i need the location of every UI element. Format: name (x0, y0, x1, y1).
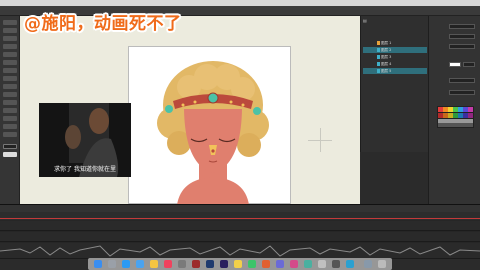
trash-icon[interactable] (378, 260, 386, 268)
transform-crosshair-vertical (320, 128, 321, 152)
premiere-icon[interactable] (220, 260, 228, 268)
photos-icon[interactable] (150, 260, 158, 268)
property-field[interactable] (449, 24, 475, 29)
property-field[interactable] (449, 90, 475, 95)
layer-name: 图层 3 (381, 55, 392, 59)
video-subtitle: 求你了 我知道你就在里 (54, 166, 116, 173)
layer-row[interactable]: 图层 5 (363, 68, 427, 74)
stroke-color-swatch[interactable] (3, 144, 17, 149)
app-icon[interactable] (346, 260, 354, 268)
layer-color-swatch (377, 69, 380, 73)
app-icon[interactable] (318, 260, 326, 268)
line-tool-icon[interactable] (3, 68, 17, 73)
overlay-headline: @施阳，动画死不了 (24, 14, 182, 34)
timeline-track[interactable] (0, 232, 480, 242)
app-icon[interactable] (290, 260, 298, 268)
animate-icon[interactable] (192, 260, 200, 268)
character-illustration (157, 61, 269, 205)
zoom-tool-icon[interactable] (3, 132, 17, 137)
layer-name: 图层 1 (381, 41, 392, 45)
layer-color-swatch (377, 55, 380, 59)
layer-color-swatch (377, 62, 380, 66)
messages-icon[interactable] (248, 260, 256, 268)
mail-icon[interactable] (136, 260, 144, 268)
property-field[interactable] (449, 78, 475, 83)
timeline-panel (0, 204, 480, 259)
layer-row[interactable]: 图层 2 (363, 47, 427, 53)
app-screen: 求你了 我知道你就在里 @施阳，动画死不了 ▤ 图层 1 图层 2 图层 3 图… (0, 0, 480, 270)
color-field[interactable] (463, 62, 475, 67)
layer-row[interactable]: 图层 3 (363, 54, 427, 60)
swatches-palette[interactable] (437, 106, 474, 128)
lasso-tool-icon[interactable] (3, 44, 17, 49)
eraser-tool-icon[interactable] (3, 116, 17, 121)
oval-tool-icon[interactable] (3, 84, 17, 89)
app-icon[interactable] (332, 260, 340, 268)
eyedropper-tool-icon[interactable] (3, 108, 17, 113)
timeline-tabs (0, 205, 480, 212)
selection-tool-icon[interactable] (3, 20, 17, 25)
video-overlay: 求你了 我知道你就在里 (39, 103, 131, 177)
app-icon[interactable] (262, 260, 270, 268)
canvas-document[interactable] (128, 46, 291, 205)
audio-waveform-track[interactable] (0, 243, 480, 259)
bucket-tool-icon[interactable] (3, 100, 17, 105)
color-field[interactable] (449, 62, 461, 67)
timeline-playhead[interactable] (0, 218, 480, 219)
layer-row[interactable]: 图层 1 (363, 40, 427, 46)
layer-color-swatch (377, 48, 380, 52)
layer-name: 图层 4 (381, 62, 392, 66)
downloads-icon[interactable] (364, 260, 372, 268)
text-tool-icon[interactable] (3, 60, 17, 65)
layer-name: 图层 2 (381, 48, 392, 52)
app-icon[interactable] (276, 260, 284, 268)
audio-waveform (0, 245, 480, 257)
hand-tool-icon[interactable] (3, 124, 17, 129)
layer-name: 图层 5 (381, 69, 392, 73)
launchpad-icon[interactable] (108, 260, 116, 268)
fill-color-swatch[interactable] (3, 152, 17, 157)
settings-icon[interactable] (178, 260, 186, 268)
property-field[interactable] (449, 44, 475, 49)
property-field[interactable] (449, 34, 475, 39)
layer-row[interactable]: 图层 4 (363, 61, 427, 67)
safari-icon[interactable] (122, 260, 130, 268)
finder-icon[interactable] (94, 260, 102, 268)
layer-color-swatch (377, 41, 380, 45)
photoshop-icon[interactable] (206, 260, 214, 268)
mac-dock (88, 258, 392, 270)
tools-panel (0, 16, 20, 204)
subselect-tool-icon[interactable] (3, 28, 17, 33)
app-icon[interactable] (304, 260, 312, 268)
pen-tool-icon[interactable] (3, 52, 17, 57)
brush-tool-icon[interactable] (3, 92, 17, 97)
layers-panel: ▤ 图层 1 图层 2 图层 3 图层 4 图层 5 (360, 16, 428, 152)
music-icon[interactable] (164, 260, 172, 268)
timeline-track[interactable] (0, 221, 480, 231)
rectangle-tool-icon[interactable] (3, 76, 17, 81)
transform-tool-icon[interactable] (3, 36, 17, 41)
layers-tab[interactable]: ▤ (363, 18, 367, 24)
notes-icon[interactable] (234, 260, 242, 268)
